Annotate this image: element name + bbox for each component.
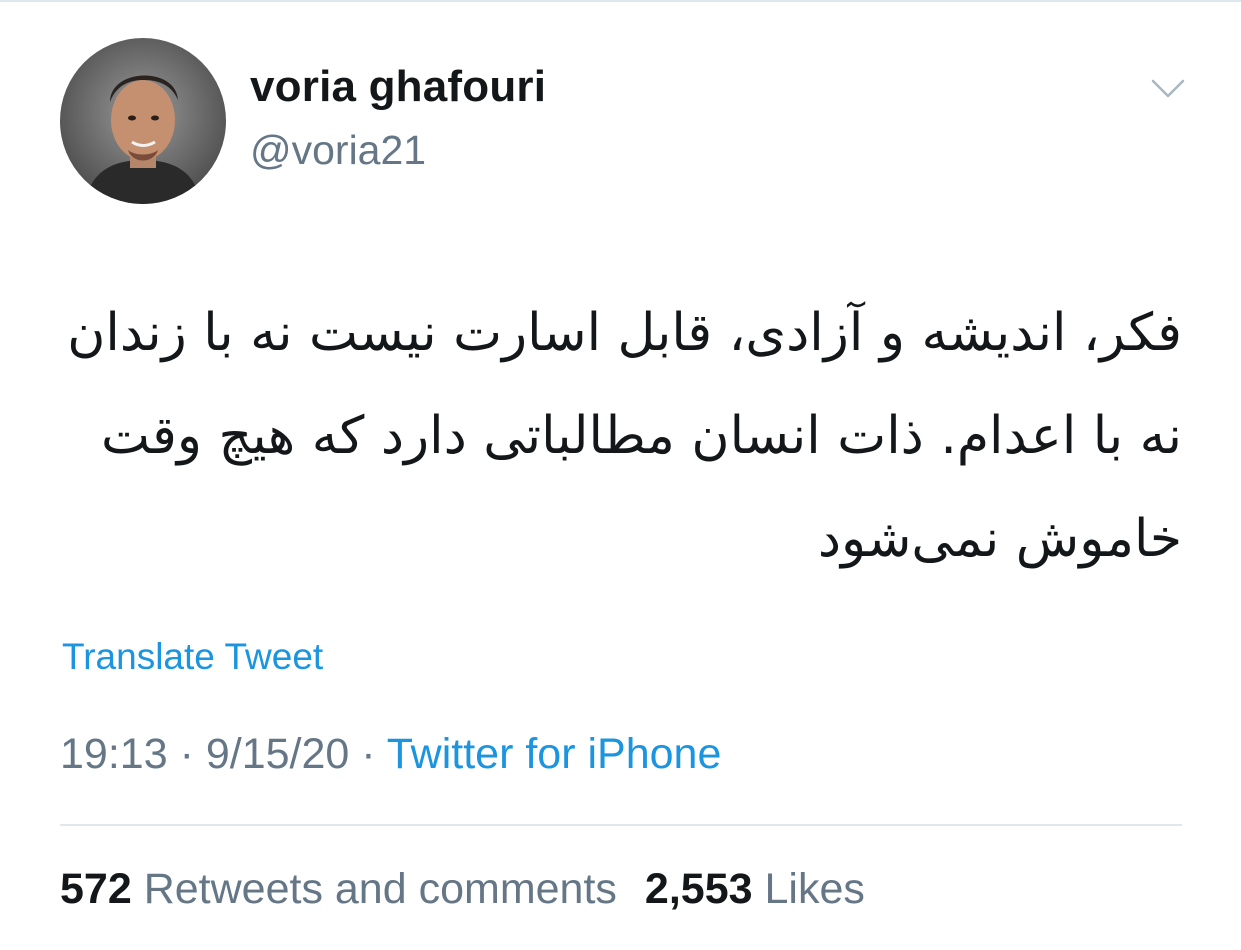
profile-photo-icon	[60, 38, 226, 204]
author-handle[interactable]: @voria21	[250, 127, 426, 174]
tweet-text: فکر، اندیشه و آزادی، قابل اسارت نیست نه …	[67, 303, 1182, 569]
tweet-stats: 572 Retweets and comments 2,553 Likes	[60, 865, 865, 914]
likes-count: 2,553	[644, 865, 753, 913]
translate-tweet-link[interactable]: Translate Tweet	[62, 636, 323, 678]
retweets-label: Retweets and comments	[143, 865, 617, 913]
meta-separator: ·	[361, 730, 376, 778]
likes-label: Likes	[764, 865, 865, 913]
divider	[60, 824, 1182, 826]
author-name[interactable]: voria ghafouri	[250, 62, 546, 112]
avatar[interactable]	[60, 38, 226, 204]
top-border	[0, 0, 1241, 2]
retweets-count: 572	[60, 865, 132, 913]
tweet-menu-button[interactable]	[1148, 72, 1188, 106]
tweet-time[interactable]: 19:13	[60, 730, 168, 778]
tweet-meta: 19:13 · 9/15/20 · Twitter for iPhone	[60, 730, 721, 779]
tweet-source-link[interactable]: Twitter for iPhone	[387, 730, 722, 778]
retweets-stat[interactable]: 572 Retweets and comments	[60, 865, 617, 913]
meta-separator: ·	[179, 730, 194, 778]
likes-stat[interactable]: 2,553 Likes	[645, 865, 865, 913]
chevron-down-icon	[1151, 79, 1185, 98]
tweet-date[interactable]: 9/15/20	[206, 730, 349, 778]
